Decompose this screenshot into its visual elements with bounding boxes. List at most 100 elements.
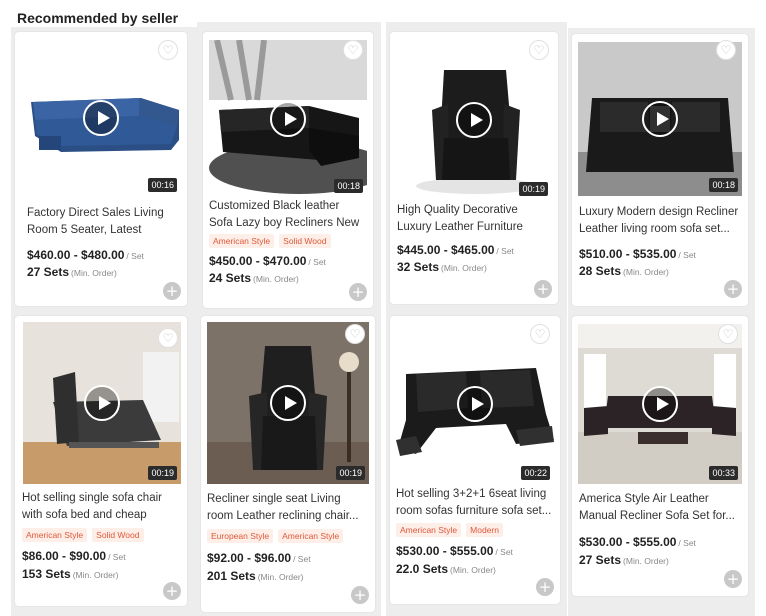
min-order-note: (Min. Order) — [253, 274, 299, 284]
min-order: 27 Sets (Min. Order) — [27, 265, 117, 279]
video-duration: 00:16 — [148, 178, 177, 192]
play-icon[interactable] — [270, 100, 306, 137]
plus-icon[interactable]: + — [163, 582, 181, 600]
heart-icon[interactable]: ♡ — [530, 324, 550, 344]
product-video-thumbnail[interactable]: 00:19 — [23, 322, 181, 484]
play-icon[interactable] — [642, 101, 678, 137]
heart-icon[interactable]: ♡ — [345, 324, 365, 344]
video-duration: 00:18 — [709, 178, 738, 192]
price-range: $86.00 - $90.00 — [22, 549, 107, 563]
min-order-qty: 201 Sets — [207, 569, 256, 583]
min-order-qty: 32 Sets — [397, 260, 440, 274]
product-tags: American Style Modern — [396, 523, 503, 537]
product-tags: American Style Solid Wood — [209, 234, 331, 248]
product-video-thumbnail[interactable]: 00:18 — [578, 42, 742, 196]
plus-icon[interactable]: + — [724, 570, 742, 588]
product-title[interactable]: Recliner single seat Living room Leather… — [207, 491, 367, 525]
product-title[interactable]: America Style Air Leather Manual Recline… — [579, 491, 740, 525]
price-range: $445.00 - $465.00 — [397, 243, 495, 257]
product-title[interactable]: Hot selling 3+2+1 6seat living room sofa… — [396, 486, 552, 520]
min-order-note: (Min. Order) — [72, 570, 119, 580]
plus-icon[interactable]: + — [349, 283, 367, 301]
heart-icon[interactable]: ♡ — [343, 40, 363, 60]
product-video-thumbnail[interactable]: 00:33 — [578, 324, 742, 484]
product-price: $460.00 - $480.00/ Set — [27, 248, 144, 262]
product-video-thumbnail[interactable]: 00:19 — [396, 40, 552, 200]
product-card[interactable]: 00:16 Factory Direct Sales Living Room 5… — [15, 32, 187, 306]
product-price: $450.00 - $470.00/ Set — [209, 254, 326, 268]
min-order-note: (Min. Order) — [441, 263, 487, 273]
min-order-qty: 22.0 Sets — [396, 562, 449, 576]
price-unit: / Set — [678, 250, 696, 260]
video-duration: 00:22 — [521, 466, 550, 480]
min-order-qty: 28 Sets — [579, 264, 622, 278]
min-order: 28 Sets (Min. Order) — [579, 264, 669, 278]
product-tag: Modern — [466, 523, 503, 537]
play-icon[interactable] — [270, 385, 306, 421]
product-title[interactable]: Hot selling single sofa chair with sofa … — [22, 490, 179, 524]
play-icon[interactable] — [84, 385, 120, 421]
product-card[interactable]: 00:33 America Style Air Leather Manual R… — [572, 316, 748, 596]
play-icon[interactable] — [642, 386, 678, 422]
heart-icon[interactable]: ♡ — [716, 40, 736, 60]
heart-icon[interactable]: ♡ — [158, 40, 178, 60]
plus-icon[interactable]: + — [724, 280, 742, 298]
min-order-qty: 24 Sets — [209, 271, 252, 285]
min-order: 27 Sets (Min. Order) — [579, 553, 669, 567]
heart-icon[interactable]: ♡ — [718, 324, 738, 344]
min-order-qty: 153 Sets — [22, 567, 71, 581]
video-duration: 00:18 — [334, 179, 363, 193]
product-title[interactable]: Customized Black leather Sofa Lazy boy R… — [209, 198, 365, 232]
heart-icon[interactable]: ♡ — [529, 40, 549, 60]
plus-icon[interactable]: + — [351, 586, 369, 604]
product-price: $530.00 - $555.00/ Set — [396, 544, 513, 558]
play-icon[interactable] — [457, 386, 493, 422]
product-tag: American Style — [209, 234, 275, 248]
product-tags: European Style American Style — [207, 529, 344, 543]
product-tag: American Style — [22, 528, 88, 542]
video-duration: 00:19 — [148, 466, 177, 480]
plus-icon[interactable]: + — [534, 280, 552, 298]
product-video-thumbnail[interactable]: 00:22 — [396, 324, 554, 484]
product-video-thumbnail[interactable]: 00:19 — [207, 322, 369, 484]
product-tag: American Style — [278, 529, 344, 543]
price-range: $530.00 - $555.00 — [396, 544, 494, 558]
product-title[interactable]: High Quality Decorative Luxury Leather F… — [397, 202, 550, 236]
product-price: $92.00 - $96.00/ Set — [207, 551, 311, 565]
price-unit: / Set — [126, 251, 144, 261]
min-order-qty: 27 Sets — [27, 265, 70, 279]
min-order: 32 Sets (Min. Order) — [397, 260, 487, 274]
min-order: 153 Sets (Min. Order) — [22, 567, 119, 581]
play-icon[interactable] — [456, 102, 492, 138]
price-unit: / Set — [308, 257, 326, 267]
price-unit: / Set — [108, 552, 126, 562]
product-title[interactable]: Factory Direct Sales Living Room 5 Seate… — [27, 205, 179, 239]
video-duration: 00:33 — [709, 466, 738, 480]
product-price: $510.00 - $535.00/ Set — [579, 247, 696, 261]
product-tag: Solid Wood — [279, 234, 331, 248]
product-card[interactable]: 00:19 Hot selling single sofa chair with… — [15, 316, 187, 606]
product-video-thumbnail[interactable]: 00:18 — [209, 40, 367, 197]
play-icon[interactable] — [83, 100, 119, 136]
plus-icon[interactable]: + — [536, 578, 554, 596]
product-tag: Solid Wood — [92, 528, 144, 542]
min-order-note: (Min. Order) — [450, 565, 496, 575]
price-unit: / Set — [495, 547, 513, 557]
product-title[interactable]: Luxury Modern design Recliner Leather li… — [579, 204, 740, 238]
video-duration: 00:19 — [336, 466, 365, 480]
product-card[interactable]: 00:22 Hot selling 3+2+1 6seat living roo… — [390, 316, 560, 604]
product-price: $86.00 - $90.00/ Set — [22, 549, 126, 563]
heart-icon[interactable]: ♡ — [158, 328, 178, 348]
product-price: $530.00 - $555.00/ Set — [579, 535, 696, 549]
product-card[interactable]: 00:19 Recliner single seat Living room L… — [201, 316, 375, 612]
product-video-thumbnail[interactable]: 00:16 — [21, 40, 181, 196]
product-tags: American Style Solid Wood — [22, 528, 144, 542]
price-range: $530.00 - $555.00 — [579, 535, 677, 549]
min-order: 22.0 Sets (Min. Order) — [396, 562, 496, 576]
min-order-note: (Min. Order) — [257, 572, 304, 582]
plus-icon[interactable]: + — [163, 282, 181, 300]
product-card[interactable]: 00:19 High Quality Decorative Luxury Lea… — [390, 32, 558, 304]
product-card[interactable]: 00:18 Luxury Modern design Recliner Leat… — [572, 34, 748, 306]
min-order-note: (Min. Order) — [623, 556, 669, 566]
product-card[interactable]: 00:18 Customized Black leather Sofa Lazy… — [203, 32, 373, 308]
